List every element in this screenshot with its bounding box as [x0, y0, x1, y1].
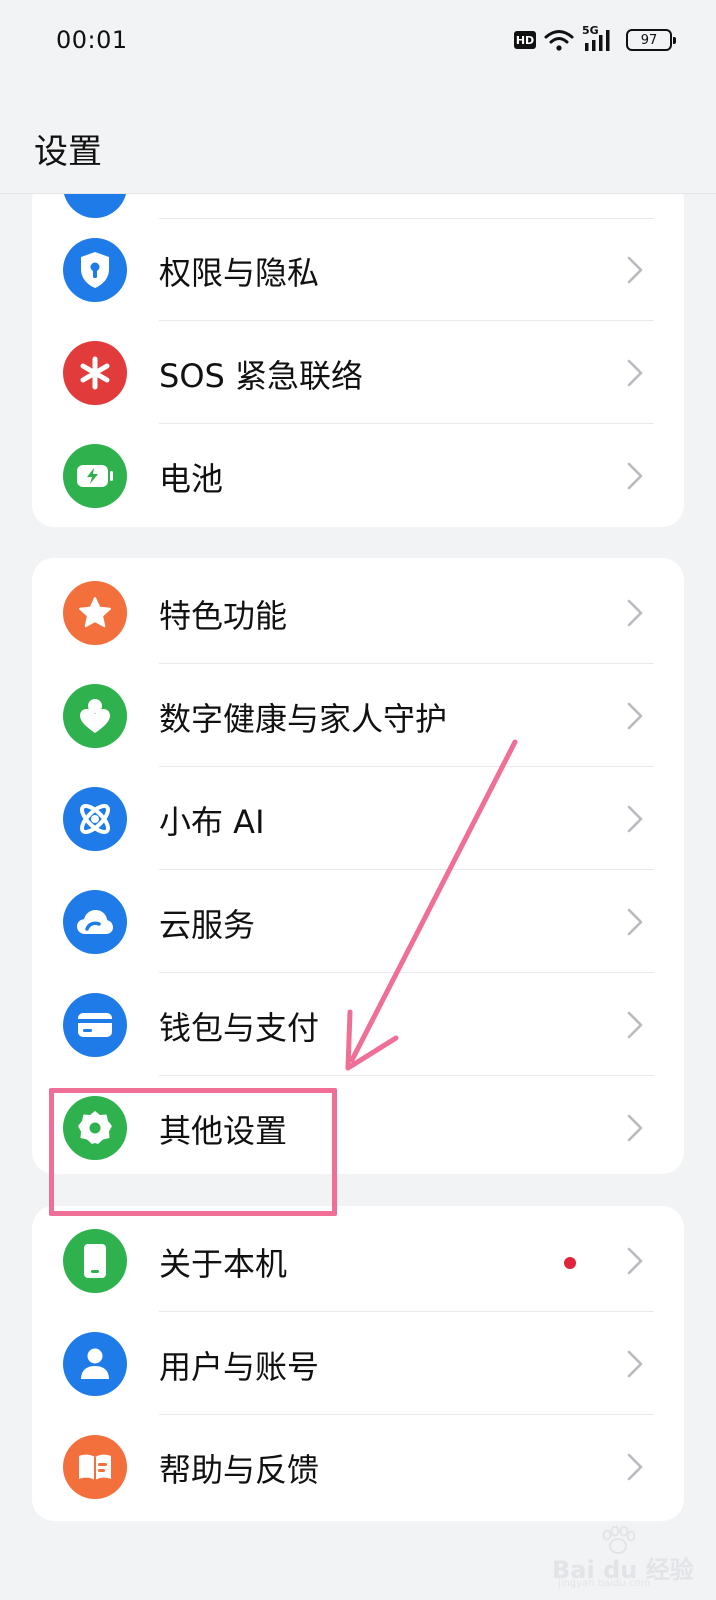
row-cloud-service[interactable]: 云服务 [32, 870, 684, 973]
row-label: SOS 紧急联络 [159, 357, 363, 395]
wallet-card-icon [63, 993, 127, 1057]
baidu-jingyan-watermark: Bai du 经验 jingyan.baidu.com [552, 1526, 702, 1589]
chevron-right-icon [627, 1350, 643, 1378]
star-icon [63, 581, 127, 645]
watermark-url: jingyan.baidu.com [558, 1578, 651, 1589]
settings-group-1: 权限与隐私 SOS 紧急联络 电池 [32, 194, 684, 527]
battery-charging-icon [63, 444, 127, 508]
row-label: 用户与账号 [159, 1348, 320, 1386]
chevron-right-icon [627, 1114, 643, 1142]
row-battery[interactable]: 电池 [32, 424, 684, 527]
person-heart-icon [63, 684, 127, 748]
cellular-signal-icon: 5G [582, 24, 614, 53]
chevron-right-icon [627, 462, 643, 490]
page-title: 设置 [34, 132, 102, 172]
annotation-highlight-box [49, 1088, 337, 1216]
chevron-right-icon [627, 256, 643, 284]
status-bar: 00:01 HD 5G 97 [0, 0, 716, 84]
row-label: 钱包与支付 [159, 1009, 320, 1047]
chevron-right-icon [627, 1011, 643, 1039]
row-label: 特色功能 [159, 597, 288, 635]
wifi-icon [544, 30, 574, 51]
hidden-row-icon [63, 194, 127, 218]
row-label: 云服务 [159, 906, 256, 944]
hd-icon: HD [514, 31, 536, 49]
sos-asterisk-icon [63, 341, 127, 405]
battery-icon: 97 [626, 29, 676, 51]
chevron-right-icon [627, 1247, 643, 1275]
settings-list[interactable]: 权限与隐私 SOS 紧急联络 电池 特色功能 数字健康与家人守护 小布 AI 云… [0, 194, 716, 1600]
row-wallet[interactable]: 钱包与支付 [32, 973, 684, 1076]
row-help-feedback[interactable]: 帮助与反馈 [32, 1415, 684, 1518]
update-badge [564, 1257, 576, 1269]
row-label: 电池 [159, 460, 224, 498]
row-sos[interactable]: SOS 紧急联络 [32, 321, 684, 424]
chevron-right-icon [627, 1453, 643, 1481]
row-label: 关于本机 [159, 1245, 288, 1283]
settings-group-2: 特色功能 数字健康与家人守护 小布 AI 云服务 钱包与支付 其他设置 [32, 558, 684, 1174]
row-label: 小布 AI [159, 803, 265, 841]
status-icons: HD 5G 97 [514, 24, 676, 54]
row-label: 数字健康与家人守护 [159, 700, 448, 738]
user-icon [63, 1332, 127, 1396]
row-about-phone[interactable]: 关于本机 [32, 1209, 684, 1312]
row-features[interactable]: 特色功能 [32, 561, 684, 664]
chevron-right-icon [627, 702, 643, 730]
help-book-icon [63, 1435, 127, 1499]
row-xiaobu-ai[interactable]: 小布 AI [32, 767, 684, 870]
row-digital-wellbeing[interactable]: 数字健康与家人守护 [32, 664, 684, 767]
shield-keyhole-icon [63, 238, 127, 302]
cloud-icon [63, 890, 127, 954]
row-label: 权限与隐私 [159, 254, 320, 292]
chevron-right-icon [627, 599, 643, 627]
settings-group-3: 关于本机 用户与账号 帮助与反馈 [32, 1206, 684, 1521]
chevron-right-icon [627, 805, 643, 833]
chevron-right-icon [627, 359, 643, 387]
orbit-ai-icon [63, 787, 127, 851]
status-time: 00:01 [56, 26, 128, 54]
row-label: 帮助与反馈 [159, 1451, 320, 1489]
row-user-account[interactable]: 用户与账号 [32, 1312, 684, 1415]
row-privacy[interactable]: 权限与隐私 [32, 218, 684, 321]
chevron-right-icon [627, 908, 643, 936]
header: 设置 [0, 84, 716, 194]
phone-device-icon [63, 1229, 127, 1293]
